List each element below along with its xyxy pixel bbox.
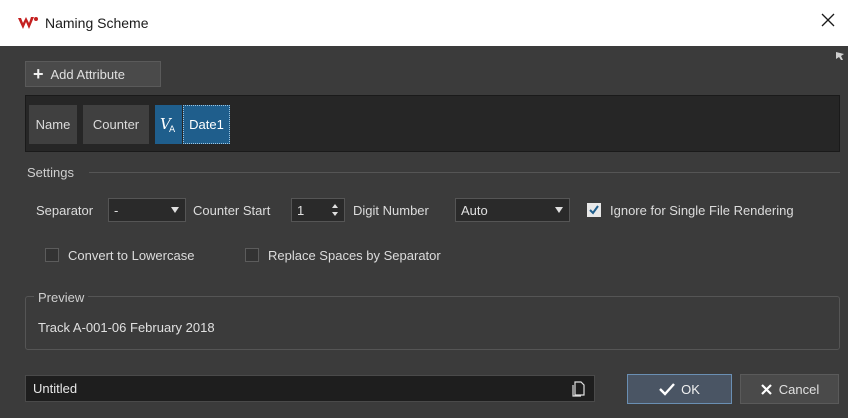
attribute-tag-counter[interactable]: Counter (83, 105, 149, 144)
attribute-strip: Name Counter V A Date1 (25, 95, 840, 152)
counter-start-spinbox[interactable]: 1 (291, 198, 345, 222)
spin-arrows-icon[interactable] (331, 203, 339, 217)
settings-group-label: Settings (27, 165, 74, 180)
separator-value: - (114, 202, 119, 218)
replace-spaces-label: Replace Spaces by Separator (268, 248, 441, 263)
ignore-single-file-checkbox[interactable] (587, 203, 601, 217)
separator-dropdown[interactable]: - (108, 198, 186, 222)
cancel-label: Cancel (778, 381, 820, 397)
plus-icon: + (33, 64, 44, 84)
settings-divider (89, 172, 840, 173)
counter-start-value: 1 (297, 202, 305, 218)
document-icon[interactable] (572, 381, 586, 397)
counter-start-label: Counter Start (193, 203, 271, 218)
scheme-name-input[interactable]: Untitled (25, 375, 595, 402)
app-logo-icon (17, 15, 39, 31)
window-title: Naming Scheme (45, 15, 149, 31)
attribute-tag-date1[interactable]: Date1 (183, 105, 230, 144)
close-button[interactable] (818, 12, 838, 32)
cancel-button[interactable]: Cancel (740, 374, 839, 404)
dialog-body: + Add Attribute Name Counter V A Date1 S… (0, 46, 848, 418)
add-attribute-button[interactable]: + Add Attribute (25, 61, 161, 87)
digit-number-label: Digit Number (353, 203, 429, 218)
digit-number-value: Auto (461, 202, 488, 218)
convert-lowercase-label: Convert to Lowercase (68, 248, 195, 263)
ok-label: OK (681, 381, 700, 397)
dropdown-arrow-icon (555, 207, 563, 213)
separator-label: Separator (36, 203, 94, 218)
scheme-name-value: Untitled (33, 381, 78, 396)
ignore-single-file-label: Ignore for Single File Rendering (610, 203, 794, 218)
x-icon (760, 383, 772, 395)
dropdown-arrow-icon (171, 207, 179, 213)
preview-text: Track A-001-06 February 2018 (38, 320, 215, 335)
checkmark-icon (659, 383, 675, 396)
digit-number-dropdown[interactable]: Auto (455, 198, 570, 222)
convert-lowercase-checkbox[interactable] (45, 248, 59, 262)
ok-button[interactable]: OK (627, 374, 732, 404)
preview-group-label: Preview (34, 290, 89, 305)
svg-text:A: A (169, 125, 176, 134)
attribute-tag-name[interactable]: Name (29, 105, 77, 144)
replace-spaces-checkbox[interactable] (245, 248, 259, 262)
corner-arrow-icon (835, 49, 845, 60)
checkmark-icon (589, 205, 599, 215)
close-icon (821, 13, 835, 27)
title-bar: Naming Scheme (0, 0, 848, 46)
add-attribute-label: Add Attribute (50, 66, 125, 82)
variable-attribute-icon[interactable]: V A (155, 105, 182, 144)
